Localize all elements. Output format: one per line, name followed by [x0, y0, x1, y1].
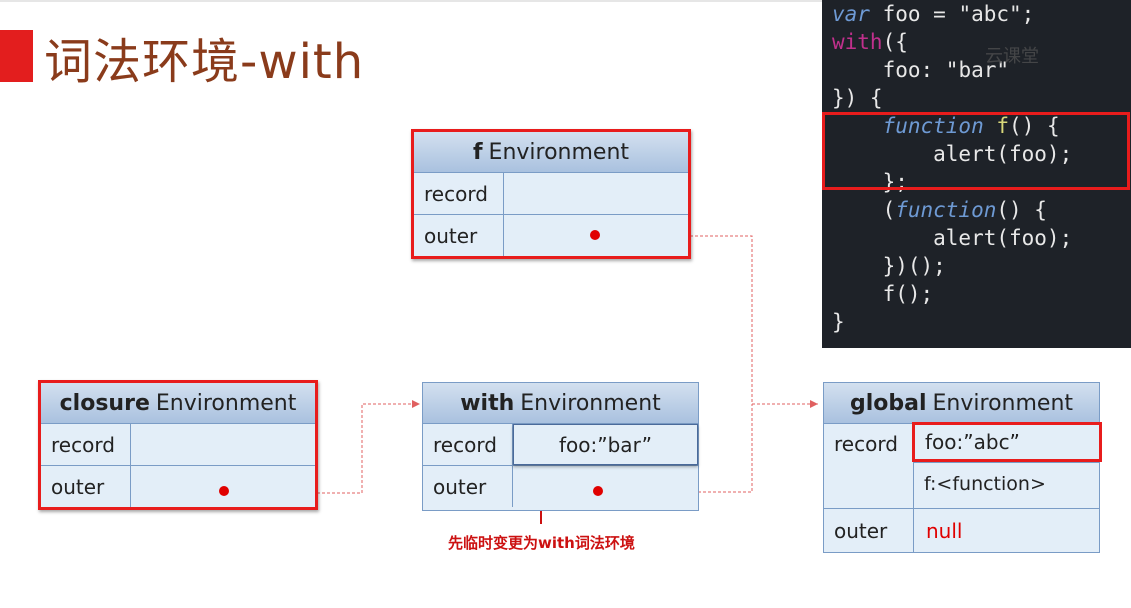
closure-environment-record-row: record — [41, 424, 315, 466]
global-f-binding: f:<function> — [914, 462, 1099, 505]
outer-value — [504, 215, 688, 256]
outer-pointer-dot — [590, 230, 600, 240]
record-label: record — [41, 424, 131, 465]
annotation-note: 先临时变更为with词法环境 — [448, 534, 635, 552]
record-value — [504, 173, 688, 214]
record-label: record — [824, 424, 914, 508]
code-line: f(); — [832, 282, 934, 306]
record-value — [131, 424, 315, 465]
code-line: foo: "bar" — [832, 58, 1010, 82]
with-environment-record-row: record foo:”bar” — [423, 424, 698, 466]
global-environment-outer-row: outer null — [824, 509, 1099, 553]
null-value: null — [926, 519, 963, 543]
closure-environment-outer-row: outer — [41, 466, 315, 507]
global-environment-table: global Environment record foo:”abc” f:<fu… — [823, 382, 1102, 553]
f-environment-table: f Environment record outer — [411, 129, 691, 259]
outer-pointer-dot — [219, 486, 229, 496]
with-environment-table: with Environment record foo:”bar” outer — [422, 382, 699, 511]
f-environment-outer-row: outer — [414, 215, 688, 256]
outer-label: outer — [423, 466, 513, 507]
outer-value — [513, 466, 698, 507]
code-line: var foo = "abc"; — [832, 2, 1035, 26]
outer-pointer-dot — [593, 486, 603, 496]
outer-value: null — [914, 509, 1099, 553]
global-foo-binding: foo:”abc” — [912, 422, 1102, 462]
outer-label: outer — [41, 466, 131, 507]
outer-label: outer — [414, 215, 504, 256]
code-line: }) { — [832, 86, 883, 110]
f-environment-record-row: record — [414, 173, 688, 215]
outer-label: outer — [824, 509, 914, 553]
record-value: foo:”bar” — [513, 424, 698, 465]
with-environment-header: with Environment — [423, 383, 698, 424]
record-label: record — [414, 173, 504, 214]
global-environment-header: global Environment — [824, 383, 1099, 424]
code-highlight-box — [822, 112, 1130, 190]
code-line: with({ — [832, 30, 908, 54]
f-environment-header: f Environment — [414, 132, 688, 173]
code-line: (function() { — [832, 198, 1047, 222]
closure-environment-table: closure Environment record outer — [38, 380, 318, 510]
watermark-logo: 云课堂 — [985, 46, 1039, 67]
record-label: record — [423, 424, 513, 465]
code-panel: var foo = "abc"; with({ foo: "bar" }) { … — [822, 0, 1131, 348]
code-line: alert(foo); — [832, 226, 1073, 250]
with-foo-binding: foo:”bar” — [559, 432, 652, 457]
slide: 词法环境-with f Environment record outer clo… — [0, 0, 1131, 608]
outer-value — [131, 466, 315, 507]
global-environment-record-row: record foo:”abc” f:<function> — [824, 422, 1102, 509]
closure-environment-header: closure Environment — [41, 383, 315, 424]
code-line: })(); — [832, 254, 946, 278]
code-line: } — [832, 310, 845, 334]
with-environment-outer-row: outer — [423, 466, 698, 507]
